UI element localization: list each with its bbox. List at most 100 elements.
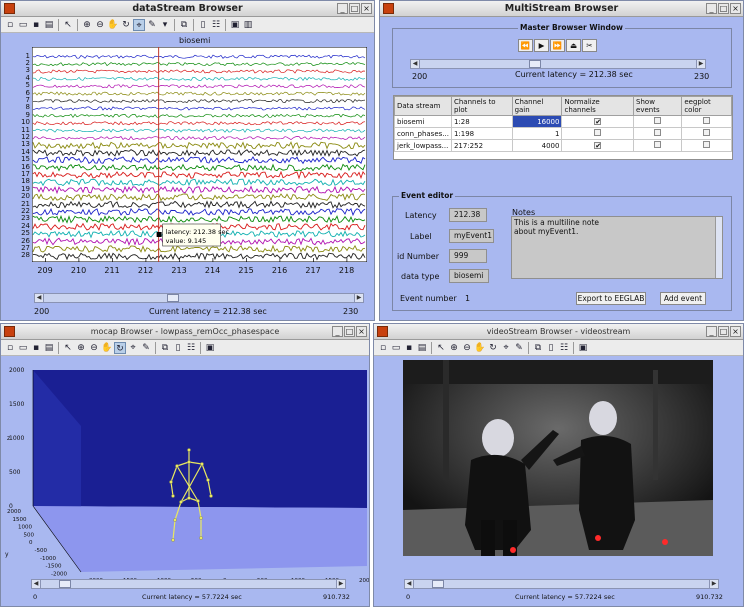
dock-icon[interactable]: ▥ [242,19,254,31]
channels-cell[interactable]: 1:198 [450,127,513,140]
minimize-button[interactable]: _ [706,326,717,337]
open-folder-icon[interactable]: ▭ [17,342,29,354]
normalize-checkbox-cell[interactable]: ✔ [561,115,635,128]
mocap-titlebar[interactable]: mocap Browser - lowpass_remOcc_phasespac… [1,324,369,340]
slider-right-arrow[interactable]: ▶ [354,294,363,302]
show-events-checkbox[interactable] [654,129,662,136]
column-header[interactable]: Normalize channels [561,96,635,116]
normalize-checkbox[interactable] [594,129,602,136]
add-event-button[interactable]: Add event [660,292,706,305]
slider-left-arrow[interactable]: ◀ [35,294,44,302]
brush-icon[interactable]: ✎ [140,342,152,354]
close-button[interactable]: × [356,326,367,337]
close-button[interactable]: × [730,3,741,14]
new-file-icon[interactable]: ▫ [4,342,16,354]
maximize-button[interactable]: □ [718,326,729,337]
data-cursor-icon[interactable]: ⌖ [500,342,512,354]
datastream-titlebar[interactable]: dataStream Browser _ □ × [1,1,374,17]
colorbar-icon[interactable]: ▯ [172,342,184,354]
mocap-3d-plot[interactable]: 2000150010005000z2000150010005000-500-10… [1,358,370,586]
colorbar-icon[interactable]: ▯ [545,342,557,354]
slider-left-arrow[interactable]: ◀ [405,580,414,588]
normalize-checkbox-cell[interactable] [561,127,635,140]
eegplot-color-checkbox[interactable] [703,129,711,136]
normalize-checkbox-cell[interactable]: ✔ [561,139,635,152]
eegplot-color-checkbox-cell[interactable] [681,127,732,140]
link-icon[interactable]: ⧉ [178,19,190,31]
zoom-in-icon[interactable]: ⊕ [81,19,93,31]
show-events-checkbox-cell[interactable] [633,139,683,152]
eeg-plot[interactable]: latency: 212.38 secvalue: 9.145 [32,47,367,262]
zoom-out-icon[interactable]: ⊖ [88,342,100,354]
pan-icon[interactable]: ✋ [107,19,119,31]
save-icon[interactable]: ▪ [30,19,42,31]
hide-tools-icon[interactable]: ▣ [204,342,216,354]
close-button[interactable]: × [361,3,372,14]
show-events-checkbox[interactable] [654,117,662,124]
video-frame[interactable] [403,360,713,556]
legend-icon[interactable]: ☷ [210,19,222,31]
gain-cell[interactable]: 16000 [511,115,563,128]
eegplot-color-checkbox-cell[interactable] [681,139,732,152]
latency-field[interactable]: 212.38 [449,208,487,222]
pointer-icon[interactable]: ↖ [435,342,447,354]
slider-thumb[interactable] [529,60,542,68]
rotate-icon[interactable]: ↻ [120,19,132,31]
legend-icon[interactable]: ☷ [185,342,197,354]
zoom-out-icon[interactable]: ⊖ [94,19,106,31]
mocap-time-slider[interactable]: ◀ ▶ [31,579,346,589]
new-file-icon[interactable]: ▫ [377,342,389,354]
close-button[interactable]: × [730,326,741,337]
eegplot-color-checkbox-cell[interactable] [681,115,732,128]
slider-thumb[interactable] [58,580,71,588]
maximize-button[interactable]: □ [344,326,355,337]
minimize-button[interactable]: _ [337,3,348,14]
channels-cell[interactable]: 1:28 [450,115,513,128]
id-number-field[interactable]: 999 [449,249,487,263]
print-icon[interactable]: ▤ [416,342,428,354]
data-cursor-icon[interactable]: ⌖ [127,342,139,354]
eegplot-color-checkbox[interactable] [703,117,711,124]
column-header[interactable]: Channel gain [511,96,563,116]
open-folder-icon[interactable]: ▭ [390,342,402,354]
video-titlebar[interactable]: videoStream Browser - videostream _ □ × [374,324,743,340]
legend-icon[interactable]: ☷ [558,342,570,354]
table-row[interactable]: conn_phases... 1:198 1 [394,127,732,140]
new-file-icon[interactable]: ▫ [4,19,16,31]
brush-icon[interactable]: ✎ [513,342,525,354]
save-icon[interactable]: ▪ [403,342,415,354]
hide-tools-icon[interactable]: ▣ [229,19,241,31]
column-header[interactable]: Show events [633,96,683,116]
export-to-eeglab-button[interactable]: Export to EEGLAB [576,292,646,305]
eegplot-color-checkbox[interactable] [703,141,711,148]
column-header[interactable]: eegplot color [681,96,732,116]
stream-name-cell[interactable]: biosemi [394,115,452,128]
show-events-checkbox[interactable] [654,141,662,148]
brush-icon[interactable]: ✎ [146,19,158,31]
maximize-button[interactable]: □ [349,3,360,14]
pan-icon[interactable]: ✋ [101,342,113,354]
table-row[interactable]: biosemi 1:28 16000 ✔ [394,115,732,128]
maximize-button[interactable]: □ [718,3,729,14]
zoom-in-icon[interactable]: ⊕ [75,342,87,354]
link-icon[interactable]: ⧉ [532,342,544,354]
data-cursor-icon[interactable]: ⌖ [133,18,145,31]
show-events-checkbox-cell[interactable] [633,115,683,128]
colorbar-icon[interactable]: ▯ [197,19,209,31]
minimize-button[interactable]: _ [706,3,717,14]
settings-wrench-button[interactable]: ✂ [582,39,597,52]
table-row[interactable]: jerk_lowpass... 217:252 4000 ✔ [394,139,732,152]
chevron-down-icon[interactable]: ▾ [159,19,171,31]
notes-scrollbar[interactable] [715,217,722,278]
channels-cell[interactable]: 217:252 [450,139,513,152]
column-header[interactable]: Data stream [394,96,452,116]
stream-name-cell[interactable]: conn_phases... [394,127,452,140]
video-time-slider[interactable]: ◀ ▶ [404,579,719,589]
time-slider[interactable]: ◀ ▶ [34,293,364,303]
rotate-icon[interactable]: ↻ [114,341,126,354]
play-button[interactable]: ▶ [534,39,549,52]
notes-textarea[interactable]: This is a multiline note about myEvent1. [511,216,723,279]
rewind-button[interactable]: ⏪ [518,39,533,52]
fast-forward-button[interactable]: ⏩ [550,39,565,52]
stream-name-cell[interactable]: jerk_lowpass... [394,139,452,152]
